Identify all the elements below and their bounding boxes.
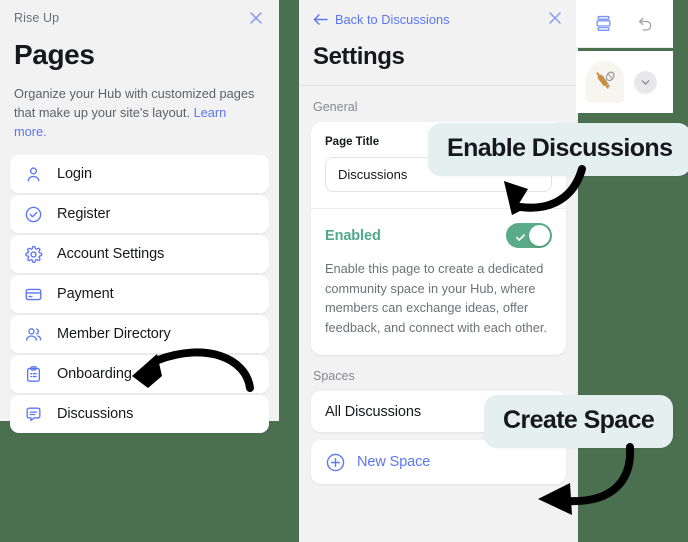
pages-list: Login Register Account Settings Payment …: [0, 155, 279, 433]
right-panel: [576, 0, 673, 542]
rolling-pin-whisk-logo: [586, 61, 624, 103]
check-circle-icon: [22, 203, 44, 225]
settings-panel: Back to Discussions Settings General Pag…: [299, 0, 578, 542]
list-item-label: Member Directory: [57, 326, 171, 342]
list-item-label: Payment: [57, 286, 114, 302]
pages-panel-header: Rise Up: [0, 0, 279, 25]
close-icon[interactable]: [546, 9, 564, 27]
users-icon: [22, 323, 44, 345]
user-icon: [22, 163, 44, 185]
pages-description: Organize your Hub with customized pages …: [14, 84, 262, 141]
list-item-label: Onboarding: [57, 366, 132, 382]
list-item[interactable]: Payment: [10, 275, 269, 313]
credit-card-icon: [22, 283, 44, 305]
list-item-label: Account Settings: [57, 246, 165, 262]
callout-create-space: Create Space: [484, 395, 674, 448]
enabled-description: Enable this page to create a dedicated c…: [325, 261, 547, 335]
pages-panel: Rise Up Pages Organize your Hub with cus…: [0, 0, 279, 433]
list-item[interactable]: Login: [10, 155, 269, 193]
enabled-label: Enabled: [325, 227, 381, 244]
close-icon[interactable]: [247, 9, 265, 27]
undo-icon[interactable]: [633, 11, 659, 37]
gear-icon: [22, 243, 44, 265]
clipboard-list-icon: [22, 363, 44, 385]
chat-bubble-icon: [22, 403, 44, 425]
list-item[interactable]: Onboarding: [10, 355, 269, 393]
settings-header: Back to Discussions Settings: [299, 0, 578, 86]
enabled-setting-row: Enabled: [311, 209, 566, 248]
settings-title: Settings: [313, 43, 405, 70]
brand-label: Rise Up: [14, 11, 60, 25]
list-item[interactable]: Account Settings: [10, 235, 269, 273]
new-space-label: New Space: [357, 454, 431, 470]
back-to-discussions-button[interactable]: Back to Discussions: [313, 12, 450, 27]
list-item-label: Discussions: [57, 406, 134, 422]
list-item[interactable]: Member Directory: [10, 315, 269, 353]
arrow-left-icon: [313, 13, 328, 26]
list-item-label: Login: [57, 166, 92, 182]
sidebar-item-discussions[interactable]: Discussions: [10, 395, 269, 433]
toggle-knob: [529, 225, 550, 246]
plus-circle-icon: [325, 452, 346, 473]
list-item-label: Register: [57, 206, 111, 222]
check-icon: [515, 230, 526, 241]
space-label: All Discussions: [325, 403, 421, 420]
list-item[interactable]: Register: [10, 195, 269, 233]
callout-enable-discussions: Enable Discussions: [428, 123, 688, 176]
spaces-section-label: Spaces: [313, 369, 355, 383]
right-toolbar: [576, 0, 673, 48]
site-identity-card: [576, 51, 673, 113]
chevron-down-icon[interactable]: [634, 70, 657, 94]
sections-icon[interactable]: [590, 11, 616, 37]
enabled-toggle[interactable]: [506, 223, 552, 248]
page-title: Pages: [14, 39, 95, 70]
general-section-label: General: [313, 100, 358, 114]
back-link-label: Back to Discussions: [335, 12, 450, 27]
